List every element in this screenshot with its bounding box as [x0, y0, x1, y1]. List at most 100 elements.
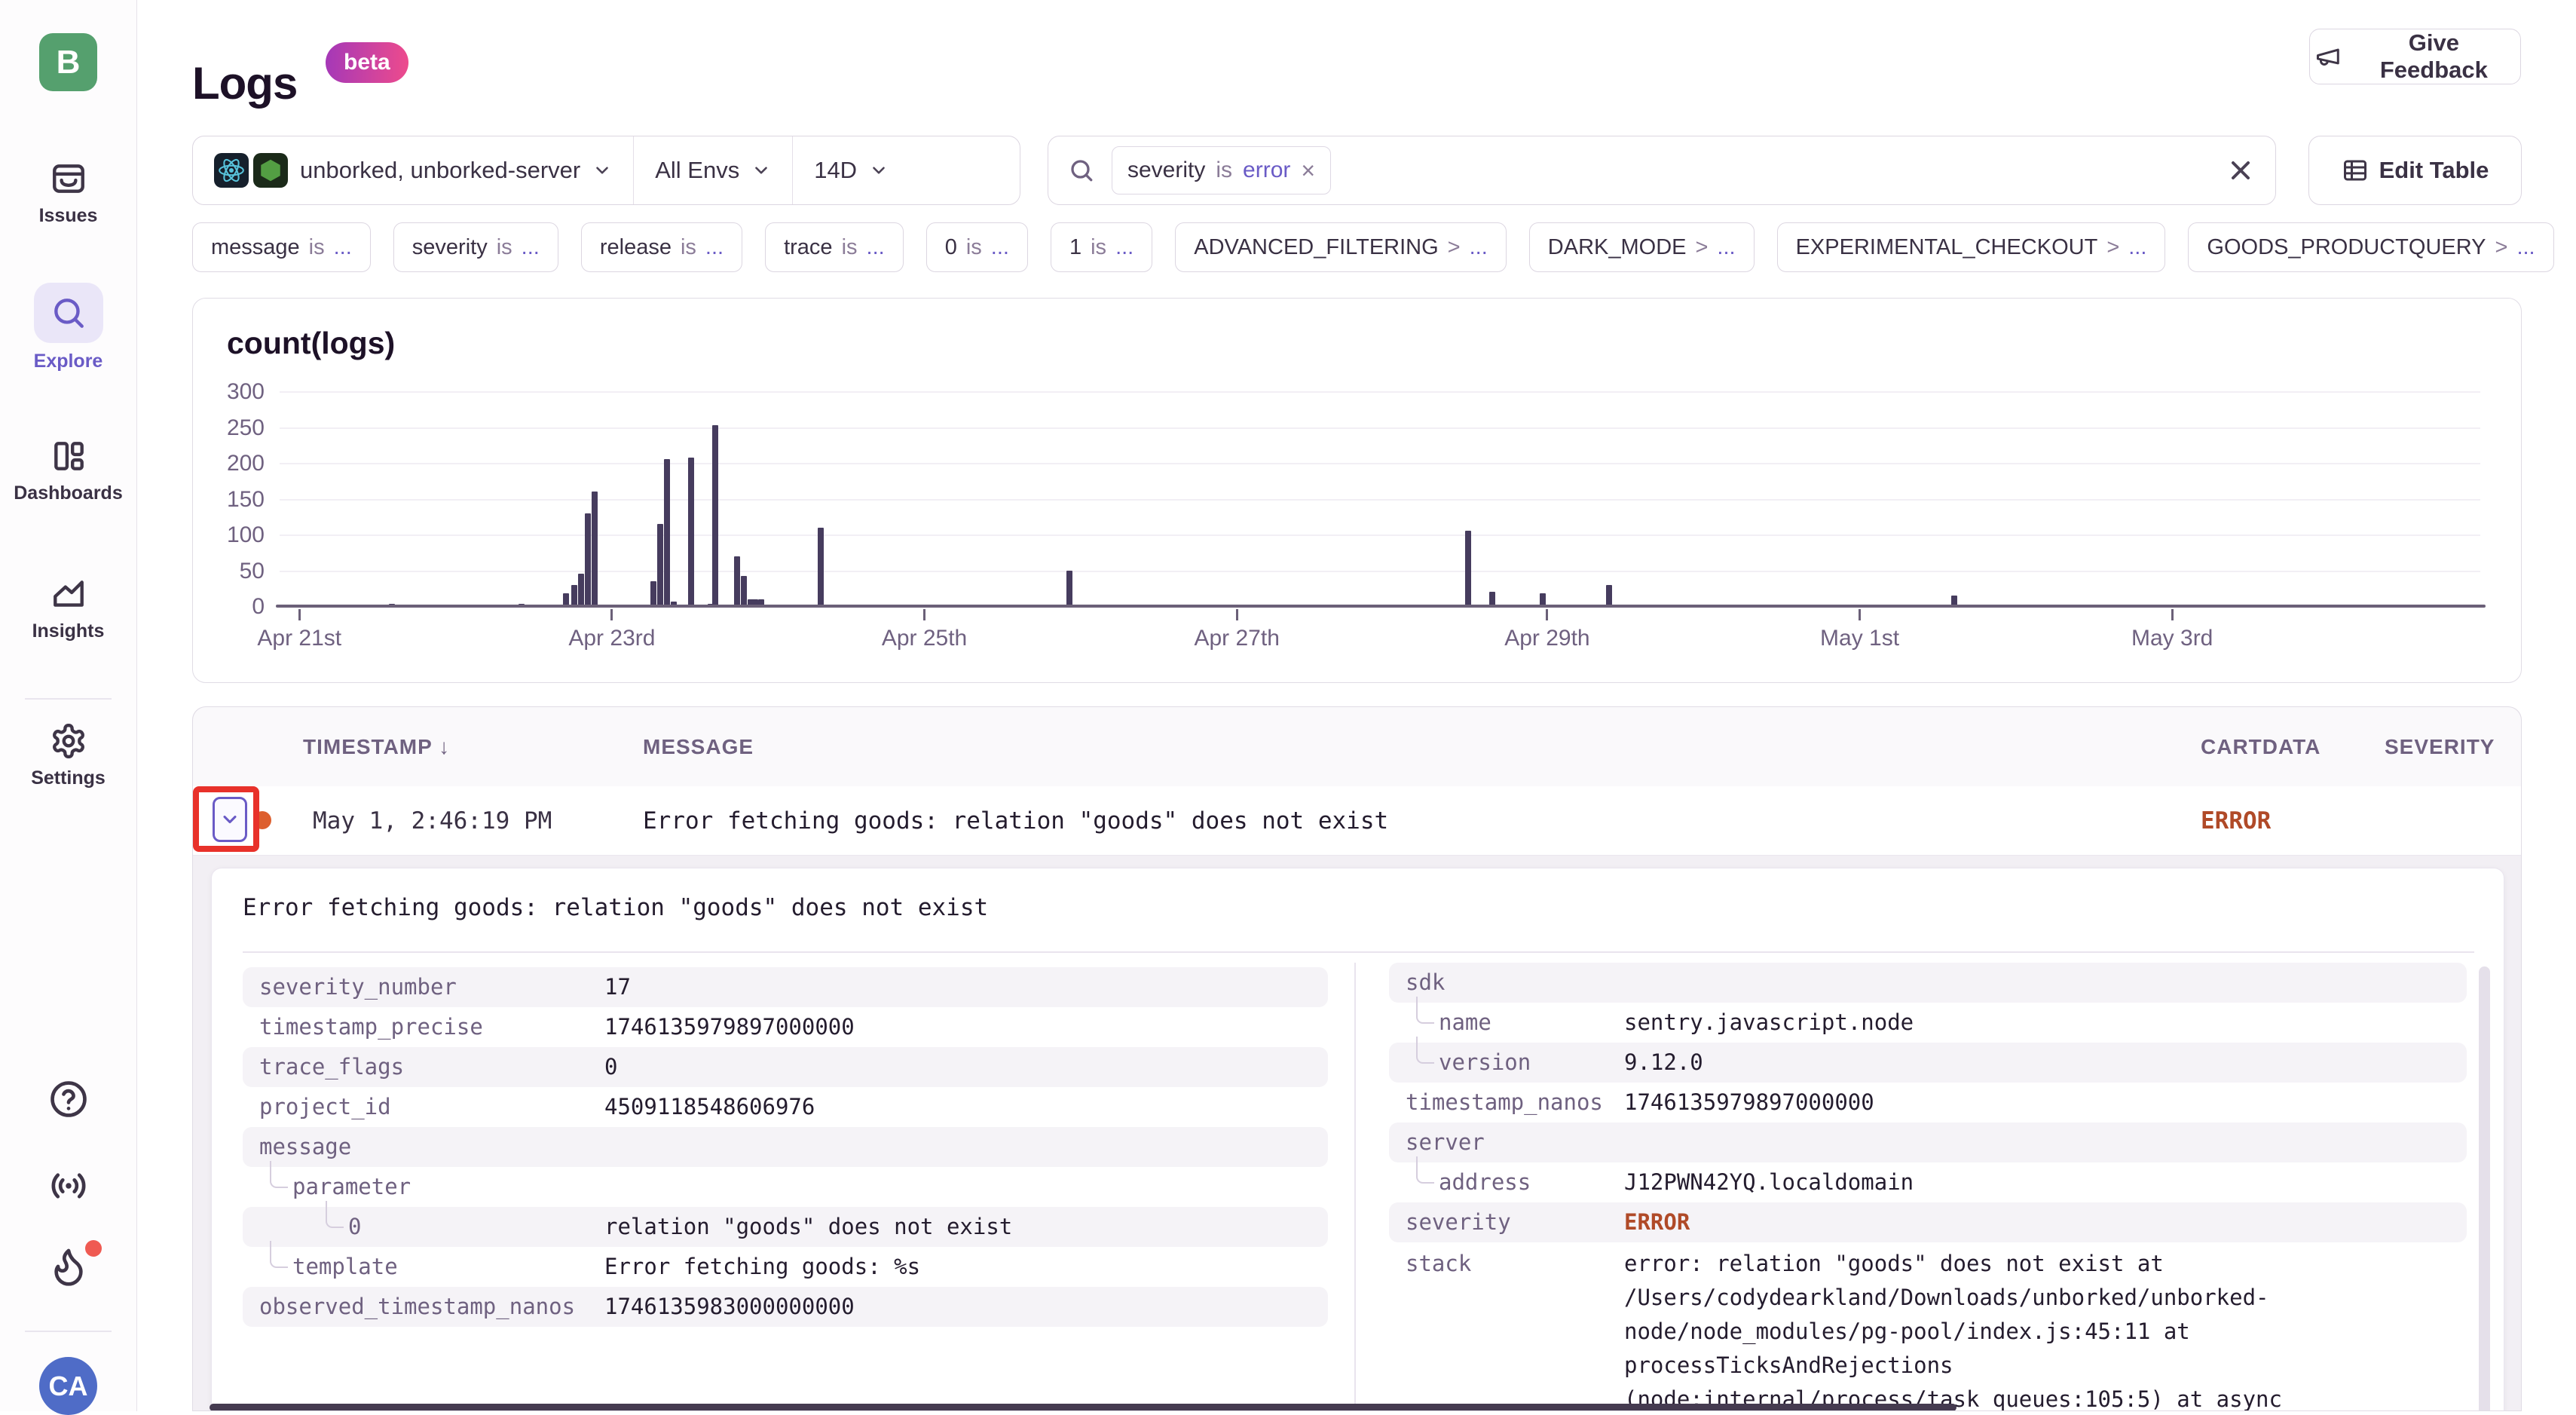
attribute-key: parameter	[292, 1167, 411, 1207]
attribute-value: 1746135983000000000	[604, 1287, 855, 1327]
chevron-down-icon	[751, 161, 771, 180]
chart-bar	[650, 581, 656, 606]
y-axis-tick-label: 250	[200, 414, 265, 443]
page-filter-bar: unborked, unborked-server All Envs 14D	[192, 136, 1020, 205]
attribute-key: 0	[348, 1207, 361, 1247]
attribute-value: sentry.javascript.node	[1624, 1003, 1914, 1043]
sidebar-item-settings[interactable]: Settings	[0, 722, 136, 789]
token-remove-icon[interactable]: ×	[1301, 157, 1315, 185]
chart-bar	[1606, 585, 1612, 607]
chart-bar	[585, 513, 591, 607]
broadcast-button[interactable]	[0, 1165, 136, 1207]
gridline	[280, 427, 2480, 429]
quick-filter-chip[interactable]: severityis...	[393, 222, 558, 272]
sidebar-item-dashboards[interactable]: Dashboards	[0, 437, 136, 504]
x-axis-tick-label: Apr 29th	[1434, 626, 1660, 651]
quick-filter-chip[interactable]: messageis...	[192, 222, 371, 272]
quick-filter-chip[interactable]: 0is...	[926, 222, 1028, 272]
chart-bar	[1465, 531, 1471, 606]
quick-filter-chip[interactable]: releaseis...	[581, 222, 742, 272]
quick-filter-row: messageis... severityis... releaseis... tra…	[192, 222, 2576, 272]
quick-filter-chip[interactable]: EXPERIMENTAL_CHECKOUT>...	[1777, 222, 2166, 272]
horizontal-scrollbar[interactable]	[210, 1404, 1956, 1411]
column-header-cartdata[interactable]: CARTDATA	[2201, 707, 2321, 786]
sidebar-item-explore[interactable]: Explore	[0, 283, 136, 372]
gridline	[280, 391, 2480, 393]
issues-icon	[50, 160, 87, 198]
sidebar-item-insights[interactable]: Insights	[0, 575, 136, 642]
column-header-timestamp[interactable]: TIMESTAMP ↓	[303, 707, 450, 786]
give-feedback-button[interactable]: Give Feedback	[2309, 29, 2521, 84]
detail-attributes-right: sdknamesentry.javascript.nodeversion9.12…	[1389, 963, 2467, 1411]
date-range-selector[interactable]: 14D	[792, 136, 910, 204]
column-header-severity[interactable]: SEVERITY	[2385, 707, 2495, 786]
column-header-message[interactable]: MESSAGE	[643, 707, 754, 786]
detail-row-timestamp_nanos: timestamp_nanos1746135979897000000	[1389, 1083, 2467, 1123]
settings-gear-icon	[50, 722, 87, 760]
log-severity: ERROR	[2201, 786, 2271, 856]
broadcast-icon	[47, 1165, 90, 1207]
search-filter-token[interactable]: severity is error ×	[1112, 146, 1331, 194]
attribute-value: Error fetching goods: %s	[604, 1247, 920, 1287]
chart-bar	[818, 528, 824, 607]
help-button[interactable]	[0, 1078, 136, 1120]
quick-filter-chip[interactable]: traceis...	[765, 222, 904, 272]
sidebar-item-issues[interactable]: Issues	[0, 160, 136, 227]
flame-icon	[47, 1245, 90, 1288]
attribute-key: timestamp_nanos	[1406, 1083, 1603, 1123]
quick-filter-chip[interactable]: ADVANCED_FILTERING>...	[1175, 222, 1507, 272]
notification-dot	[85, 1240, 102, 1257]
table-header: TIMESTAMP ↓ MESSAGE CARTDATA SEVERITY	[193, 707, 2521, 787]
x-axis-tick	[610, 609, 613, 620]
chart-bar	[657, 524, 663, 606]
gridline	[280, 534, 2480, 536]
x-axis-tick	[1546, 609, 1548, 620]
tree-connector	[1416, 1156, 1434, 1184]
y-axis-tick-label: 300	[200, 378, 265, 406]
attribute-key: observed_timestamp_nanos	[259, 1287, 575, 1327]
x-axis-tick-label: Apr 27th	[1124, 626, 1350, 651]
logs-page: B Issues Explore Dashboards	[0, 0, 2576, 1411]
quick-filter-chip[interactable]: GOODS_PRODUCTQUERY>...	[2188, 222, 2553, 272]
user-avatar[interactable]: CA	[39, 1357, 97, 1415]
detail-attributes-left: severity_number17timestamp_precise174613…	[243, 967, 1328, 1327]
chevron-down-icon	[592, 161, 612, 180]
chart-bar	[571, 585, 577, 607]
panel-scrollbar[interactable]	[2479, 966, 2490, 1411]
attribute-key: name	[1439, 1003, 1491, 1043]
detail-row-parameter: parameter	[243, 1167, 1328, 1207]
org-logo[interactable]: B	[39, 33, 97, 91]
detail-row-severity_number: severity_number17	[243, 967, 1328, 1007]
table-icon	[2342, 157, 2369, 184]
y-axis-tick-label: 0	[200, 593, 265, 621]
x-axis-tick-label: May 3rd	[2059, 626, 2285, 651]
attribute-key: template	[292, 1247, 398, 1287]
page-title: Logs	[192, 57, 297, 109]
x-axis-line	[276, 605, 2486, 608]
logs-table: TIMESTAMP ↓ MESSAGE CARTDATA SEVERITY Ma…	[192, 706, 2522, 1411]
y-axis-tick-label: 100	[200, 521, 265, 550]
x-axis-tick	[923, 609, 925, 620]
detail-row-trace_flags: trace_flags0	[243, 1047, 1328, 1087]
tree-connector	[270, 1241, 288, 1268]
project-selector-label: unborked, unborked-server	[300, 157, 580, 184]
environment-selector[interactable]: All Envs	[633, 136, 792, 204]
detail-row-template: template Error fetching goods: %s	[243, 1247, 1328, 1287]
attribute-key: trace_flags	[259, 1047, 404, 1087]
quick-filter-chip[interactable]: DARK_MODE>...	[1529, 222, 1755, 272]
log-row[interactable]: May 1, 2:46:19 PM Error fetching goods: …	[193, 786, 2521, 856]
search-input[interactable]: severity is error ×	[1048, 136, 2276, 205]
attribute-key: project_id	[259, 1087, 391, 1127]
chart-bar	[664, 459, 670, 606]
beta-badge: beta	[326, 42, 408, 83]
detail-row-version: version9.12.0	[1389, 1043, 2467, 1083]
quick-filter-chip[interactable]: 1is...	[1051, 222, 1152, 272]
edit-table-button[interactable]: Edit Table	[2308, 136, 2522, 205]
project-selector[interactable]: unborked, unborked-server	[193, 136, 633, 204]
attribute-value: 9.12.0	[1624, 1043, 1703, 1083]
attribute-value: 17	[604, 967, 631, 1007]
x-axis-tick	[1859, 609, 1861, 620]
log-detail-panel: Error fetching goods: relation "goods" d…	[211, 868, 2504, 1411]
whats-new-button[interactable]	[0, 1245, 136, 1288]
clear-search-icon[interactable]	[2226, 155, 2256, 185]
